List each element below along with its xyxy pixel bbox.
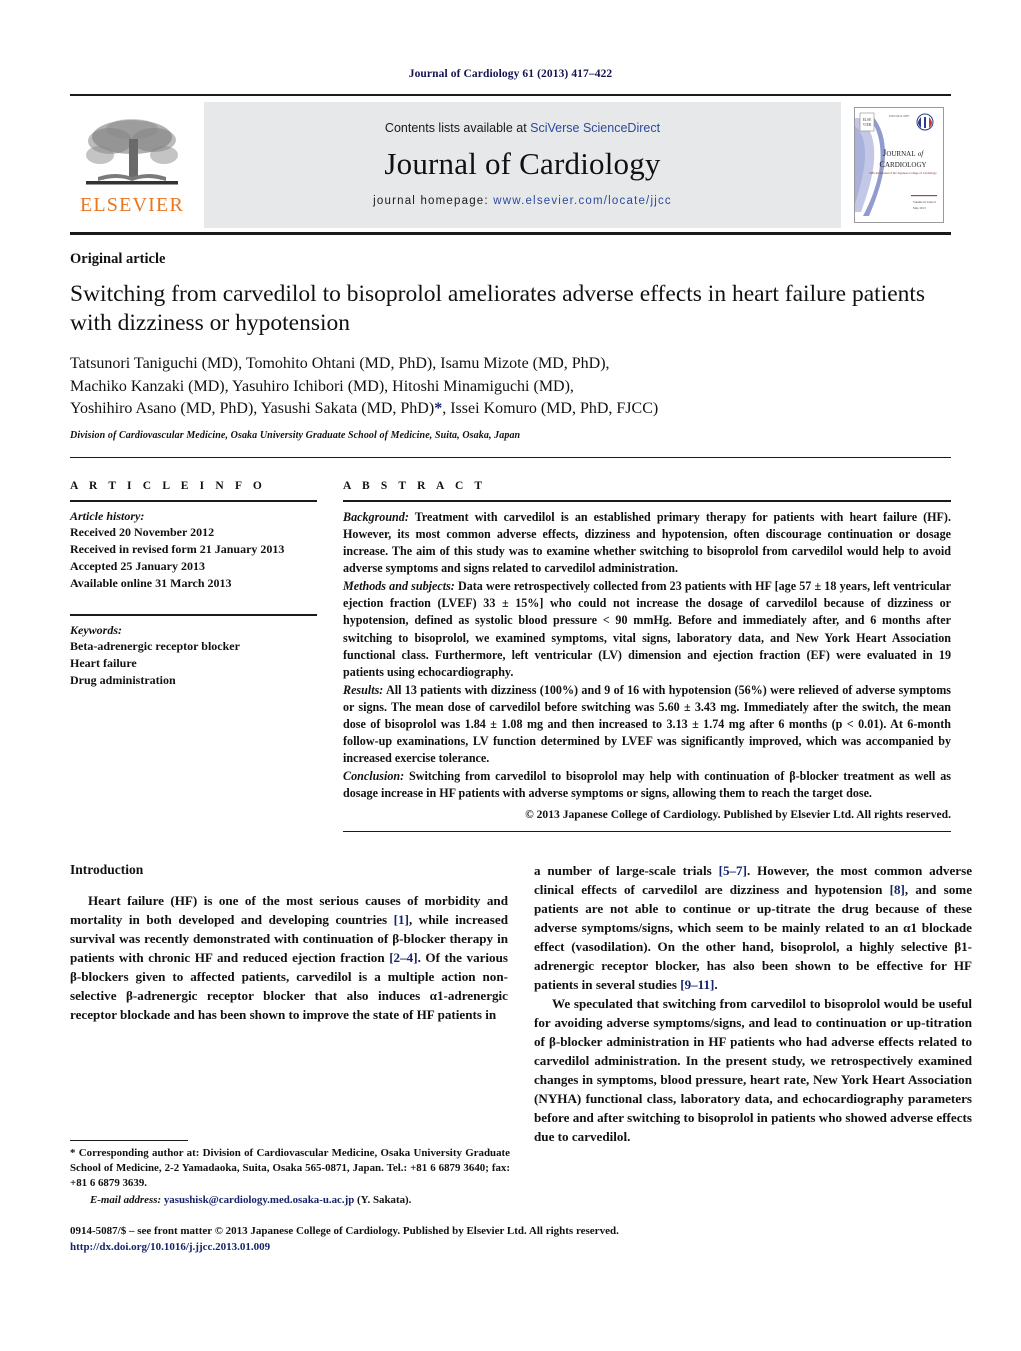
- svg-text:ELSE: ELSE: [863, 118, 872, 122]
- author-line-3-part-a: Yoshihiro Asano (MD, PhD), Yasushi Sakat…: [70, 400, 435, 418]
- author-line-1: Tatsunori Taniguchi (MD), Tomohito Ohtan…: [70, 355, 610, 373]
- intro-paragraph-1: Heart failure (HF) is one of the most se…: [70, 892, 508, 1025]
- doi-link[interactable]: http://dx.doi.org/10.1016/j.jjcc.2013.01…: [70, 1240, 670, 1256]
- svg-text:Volume 61 Issue 6: Volume 61 Issue 6: [913, 200, 936, 204]
- journal-masthead: ELSEVIER Contents lists available at Sci…: [70, 94, 951, 235]
- abstract-section-background: Background: Treatment with carvedilol is…: [343, 509, 951, 577]
- svg-text:JOURNAL of: JOURNAL of: [883, 148, 924, 158]
- history-accepted: Accepted 25 January 2013: [70, 559, 205, 574]
- section-heading-introduction: Introduction: [70, 862, 144, 877]
- svg-text:May 2013: May 2013: [913, 206, 926, 210]
- publisher-logo: ELSEVIER: [70, 102, 198, 228]
- journal-cover-thumbnail: ELSE VIER ISSN 0914-5087 JOURNAL of CARD…: [847, 102, 951, 228]
- citation-ref-5-7[interactable]: [5–7]: [719, 863, 747, 878]
- keyword-item: Beta-adrenergic receptor blocker: [70, 639, 240, 654]
- email-suffix: (Y. Sakata).: [354, 1194, 412, 1207]
- abstract-lead-background: Background:: [343, 510, 409, 525]
- email-footnote: E-mail address: yasushisk@cardiology.med…: [70, 1193, 510, 1208]
- keywords-rule: [70, 614, 317, 617]
- keywords-label: Keywords:: [70, 623, 122, 638]
- intro-p1-cont-a: a number of large-scale trials: [534, 863, 719, 878]
- info-abstract-region: A R T I C L E I N F O Article history: R…: [70, 480, 951, 832]
- keywords-block: Keywords: Beta-adrenergic receptor block…: [70, 614, 317, 689]
- cover-image: ELSE VIER ISSN 0914-5087 JOURNAL of CARD…: [854, 107, 944, 223]
- running-head: Journal of Cardiology 61 (2013) 417–422: [408, 68, 613, 80]
- email-label: E-mail address:: [90, 1194, 162, 1207]
- abstract-column: A B S T R A C T Background: Treatment wi…: [335, 480, 951, 832]
- homepage-prefix: journal homepage:: [373, 195, 494, 208]
- keyword-item: Drug administration: [70, 673, 176, 688]
- abstract-text-methods: Data were retrospectively collected from…: [343, 579, 951, 679]
- contents-prefix: Contents lists available at: [384, 120, 531, 135]
- svg-text:CARDIOLOGY: CARDIOLOGY: [879, 160, 926, 169]
- journal-homepage-line: journal homepage: www.elsevier.com/locat…: [373, 195, 672, 207]
- corresponding-author-marker[interactable]: *: [434, 400, 442, 417]
- abstract-section-conclusion: Conclusion: Switching from carvedilol to…: [343, 768, 951, 802]
- abstract-text-conclusion: Switching from carvedilol to bisoprolol …: [343, 768, 951, 800]
- abstract-text-results: All 13 patients with dizziness (100%) an…: [343, 682, 951, 765]
- article-info-column: A R T I C L E I N F O Article history: R…: [70, 480, 335, 832]
- svg-text:Official Journal of the Japane: Official Journal of the Japanese College…: [869, 171, 937, 175]
- footnote-area: * Corresponding author at: Division of C…: [70, 1140, 510, 1208]
- contents-available-line: Contents lists available at SciVerse Sci…: [385, 121, 660, 135]
- body-columns: Introduction Heart failure (HF) is one o…: [70, 862, 972, 1147]
- abstract-heading: A B S T R A C T: [343, 480, 487, 493]
- abstract-copyright: © 2013 Japanese College of Cardiology. P…: [525, 808, 951, 821]
- author-list: Tatsunori Taniguchi (MD), Tomohito Ohtan…: [70, 353, 951, 421]
- intro-p1-cont-d: .: [714, 976, 718, 992]
- journal-banner: Contents lists available at SciVerse Sci…: [204, 102, 841, 228]
- citation-ref-8[interactable]: [8]: [890, 882, 905, 897]
- history-online: Available online 31 March 2013: [70, 576, 232, 591]
- email-link[interactable]: yasushisk@cardiology.med.osaka-u.ac.jp: [164, 1194, 354, 1206]
- body-column-left: Introduction Heart failure (HF) is one o…: [70, 862, 508, 1147]
- abstract-lead-methods: Methods and subjects:: [343, 579, 455, 594]
- issn-copyright-line: 0914-5087/$ – see front matter © 2013 Ja…: [70, 1225, 619, 1237]
- citation-ref-1[interactable]: [1]: [394, 912, 409, 927]
- citation-ref-2-4[interactable]: [2–4]: [389, 950, 417, 965]
- intro-paragraph-1-cont: a number of large-scale trials [5–7]. Ho…: [534, 862, 972, 995]
- sciencedirect-link[interactable]: SciVerse ScienceDirect: [530, 121, 660, 135]
- abstract-rule: [343, 500, 951, 503]
- journal-title: Journal of Cardiology: [384, 145, 661, 181]
- history-revised: Received in revised form 21 January 2013: [70, 542, 285, 557]
- body-column-right: a number of large-scale trials [5–7]. Ho…: [534, 862, 972, 1147]
- abstract-section-methods: Methods and subjects: Data were retrospe…: [343, 578, 951, 680]
- abstract-bottom-rule: [343, 831, 951, 832]
- abstract-lead-conclusion: Conclusion:: [343, 768, 405, 783]
- author-line-3: Yoshihiro Asano (MD, PhD), Yasushi Sakat…: [70, 398, 951, 421]
- footnote-divider: [70, 1140, 188, 1141]
- paper-page: Journal of Cardiology 61 (2013) 417–422: [0, 0, 1021, 1351]
- affiliation: Division of Cardiovascular Medicine, Osa…: [70, 430, 521, 442]
- keyword-item: Heart failure: [70, 656, 137, 671]
- history-received: Received 20 November 2012: [70, 525, 215, 540]
- imprint-area: 0914-5087/$ – see front matter © 2013 Ja…: [70, 1224, 670, 1256]
- homepage-url-link[interactable]: www.elsevier.com/locate/jjcc: [493, 195, 672, 207]
- article-info-rule: [70, 500, 317, 503]
- citation-ref-9-11[interactable]: [9–11]: [680, 977, 714, 992]
- elsevier-tree-icon: [86, 119, 178, 185]
- article-type-label: Original article: [70, 251, 166, 267]
- abstract-section-results: Results: All 13 patients with dizziness …: [343, 682, 951, 767]
- svg-text:VIER: VIER: [863, 123, 872, 127]
- author-line-2: Machiko Kanzaki (MD), Yasuhiro Ichibori …: [70, 377, 574, 395]
- article-info-heading: A R T I C L E I N F O: [70, 480, 266, 493]
- corresponding-author-footnote: * Corresponding author at: Division of C…: [70, 1147, 510, 1189]
- cover-artwork-icon: ELSE VIER ISSN 0914-5087 JOURNAL of CARD…: [855, 108, 941, 220]
- intro-paragraph-2: We speculated that switching from carved…: [534, 995, 972, 1144]
- intro-p1-cont-c: , and some patients are not able to cont…: [534, 881, 973, 992]
- article-history-label: Article history:: [70, 509, 145, 524]
- abstract-lead-results: Results:: [343, 682, 384, 697]
- header-divider: [70, 457, 951, 459]
- page-title: Switching from carvedilol to bisoprolol …: [70, 281, 926, 336]
- article-header: Original article Switching from carvedil…: [70, 251, 972, 1147]
- publisher-name: ELSEVIER: [79, 194, 185, 216]
- abstract-text-background: Treatment with carvedilol is an establis…: [343, 510, 951, 576]
- author-line-3-part-b: , Issei Komuro (MD, PhD, FJCC): [442, 400, 659, 418]
- svg-text:ISSN 0914-5087: ISSN 0914-5087: [889, 114, 910, 118]
